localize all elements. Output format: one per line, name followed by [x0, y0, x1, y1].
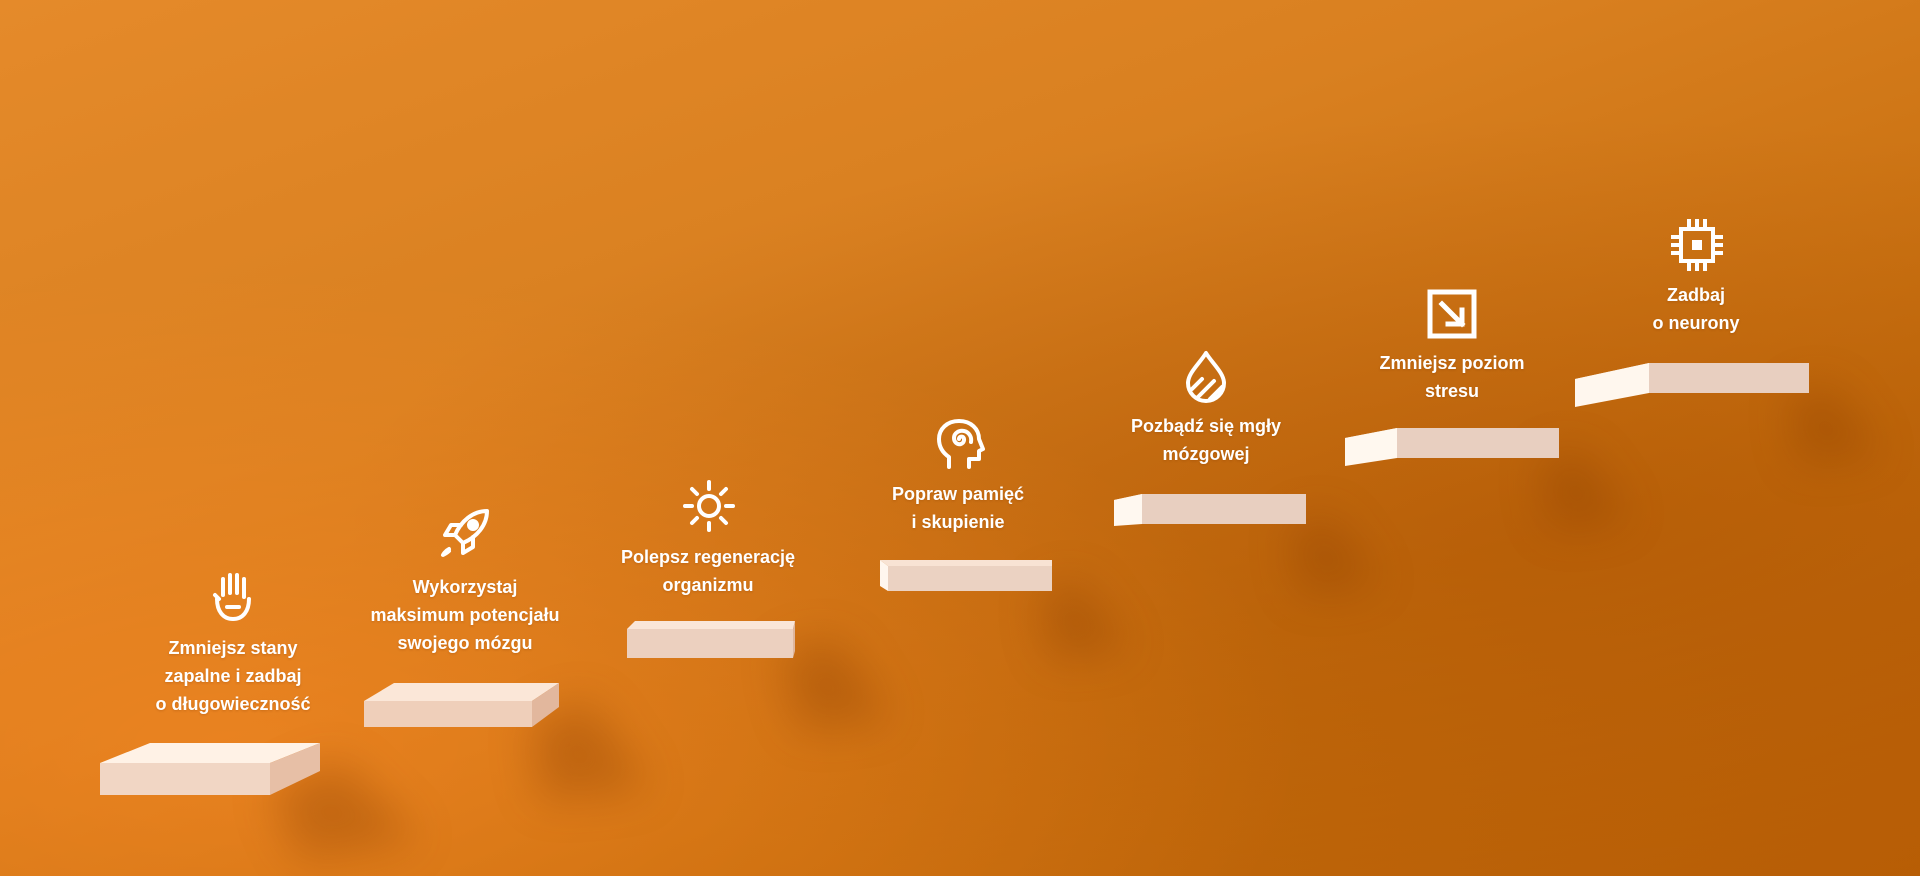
- hand-icon: [205, 569, 261, 625]
- chip-icon: [1669, 217, 1725, 273]
- rocket-icon: [437, 505, 493, 561]
- step-5-label: Pozbądź się mgły mózgowej: [1130, 416, 1282, 464]
- staircase-infographic: Zmniejsz stany zapalne i zadbaj o długow…: [0, 0, 1920, 876]
- step-7-label: Zadbaj o neurony: [1652, 285, 1740, 333]
- sun-icon: [681, 478, 737, 534]
- step-2-label: Wykorzystaj maksimum potencjału swojego …: [370, 577, 560, 653]
- arrow-down-right-box-icon: [1424, 286, 1480, 342]
- step-1-label: Zmniejsz stany zapalne i zadbaj o długow…: [155, 638, 311, 714]
- drop-icon: [1178, 349, 1234, 405]
- step-3-label: Polepsz regenerację organizmu: [620, 547, 796, 595]
- head-spiral-icon: [933, 417, 989, 473]
- step-4-label: Popraw pamięć i skupienie: [891, 484, 1025, 532]
- step-6-label: Zmniejsz poziom stresu: [1379, 353, 1525, 401]
